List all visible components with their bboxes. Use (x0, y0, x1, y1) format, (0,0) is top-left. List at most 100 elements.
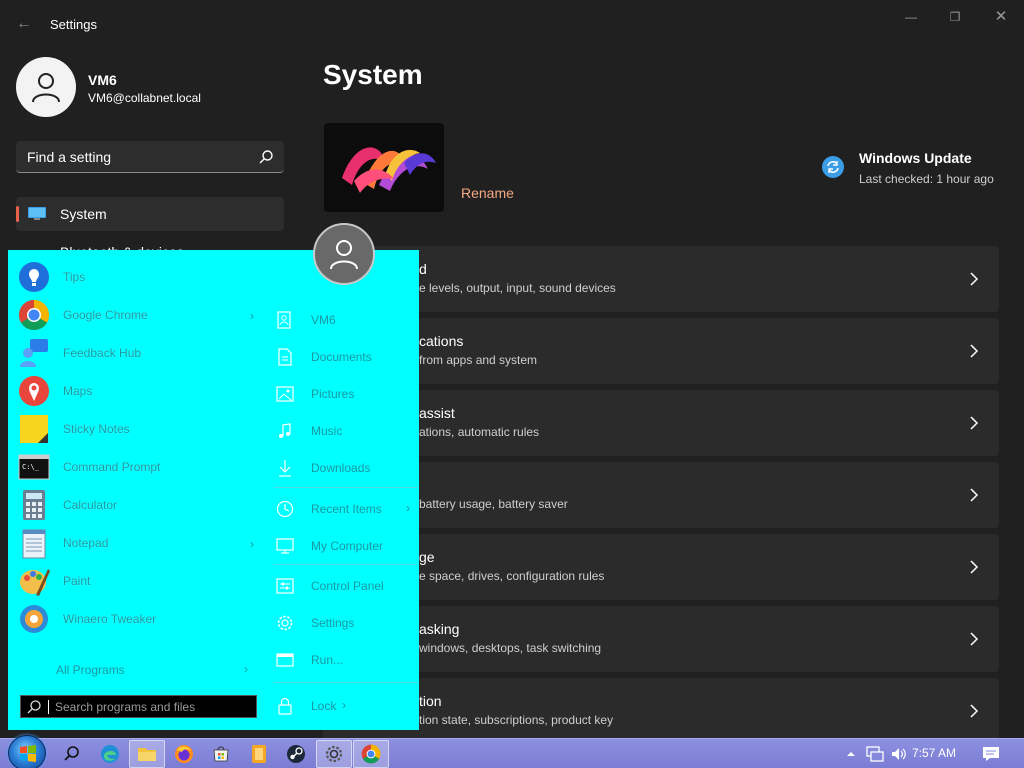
start-place-label: My Computer (311, 539, 384, 553)
notes-app-icon (252, 745, 266, 763)
start-item-google-chrome[interactable]: Google Chrome › (16, 297, 260, 333)
notification-center[interactable] (982, 739, 1000, 768)
start-menu: Tips Google Chrome › Feedback Hub Maps S… (8, 223, 419, 730)
svg-text:C:\_: C:\_ (22, 463, 40, 471)
search-icon[interactable] (258, 149, 274, 165)
taskbar-steam[interactable] (278, 740, 314, 768)
selection-indicator (16, 206, 19, 222)
start-item-notepad[interactable]: Notepad › (16, 525, 260, 561)
start-place-user-folder[interactable]: VM6 (274, 308, 414, 332)
computer-icon (276, 538, 294, 554)
bloom-wallpaper-image (342, 147, 436, 193)
windows-logo-icon (20, 745, 36, 762)
sidebar-item-label: System (60, 206, 107, 222)
submenu-arrow[interactable]: › (406, 501, 410, 515)
search-input[interactable]: Find a setting (27, 149, 111, 165)
user-icon (32, 73, 60, 103)
taskbar-notes-app[interactable] (241, 740, 277, 768)
start-place-label: Documents (311, 350, 372, 364)
card-multitasking[interactable]: asking windows, desktops, task switching (323, 606, 999, 672)
all-programs-button[interactable]: All Programs › (20, 658, 252, 682)
pictures-icon (276, 386, 294, 402)
wallpaper-thumbnail[interactable] (324, 123, 444, 212)
card-power[interactable]: battery usage, battery saver (323, 462, 999, 528)
start-item-sticky-notes[interactable]: Sticky Notes (16, 411, 260, 447)
start-place-music[interactable]: Music (274, 419, 414, 443)
card-title: d (419, 261, 427, 277)
chevron-right-icon (970, 416, 979, 430)
submenu-arrow[interactable]: › (342, 698, 346, 712)
start-item-maps[interactable]: Maps (16, 373, 260, 409)
taskbar-store[interactable] (203, 740, 239, 768)
start-place-pictures[interactable]: Pictures (274, 382, 414, 406)
start-place-control-panel[interactable]: Control Panel (274, 574, 414, 598)
monitor-icon (28, 207, 46, 220)
taskbar-edge[interactable] (92, 740, 128, 768)
all-programs-label: All Programs (56, 663, 125, 677)
submenu-arrow[interactable]: › (250, 309, 254, 323)
taskbar-search-button[interactable] (54, 740, 90, 768)
start-item-winaero-tweaker[interactable]: Winaero Tweaker (16, 601, 260, 637)
text-cursor (48, 700, 49, 714)
card-focus-assist[interactable]: assist ations, automatic rules (323, 390, 999, 456)
start-item-calculator[interactable]: Calculator (16, 487, 260, 523)
search-icon (27, 700, 41, 714)
minimize-button[interactable]: — (896, 8, 926, 26)
file-explorer-icon (138, 748, 156, 761)
windows-update-title[interactable]: Windows Update (859, 150, 972, 166)
start-place-label: Recent Items (311, 502, 382, 516)
divider (274, 487, 418, 488)
chevron-right-icon (970, 632, 979, 646)
start-item-command-prompt[interactable]: C:\_ Command Prompt (16, 449, 260, 485)
start-item-tips[interactable]: Tips (16, 259, 260, 295)
start-place-label: Pictures (311, 387, 355, 401)
start-place-recent-items[interactable]: Recent Items › (274, 497, 414, 521)
card-activation[interactable]: tion tion state, subscriptions, product … (323, 678, 999, 744)
card-notifications[interactable]: cations from apps and system (323, 318, 999, 384)
card-sound[interactable]: d e levels, output, input, sound devices (323, 246, 999, 312)
start-search-input[interactable]: Search programs and files (55, 700, 195, 714)
card-subtitle: ations, automatic rules (419, 425, 540, 439)
chevron-right-icon (970, 272, 979, 286)
start-place-downloads[interactable]: Downloads (274, 456, 414, 480)
start-place-documents[interactable]: Documents (274, 345, 414, 369)
start-button[interactable] (8, 735, 46, 768)
network-tray[interactable] (866, 739, 884, 768)
taskbar: 7:57 AM (0, 735, 1024, 768)
pinned-programs: Tips Google Chrome › Feedback Hub Maps S… (8, 250, 266, 730)
back-button[interactable]: ← (14, 14, 34, 34)
notification-icon (983, 747, 999, 761)
documents-icon (278, 348, 292, 366)
close-button[interactable]: ✕ (986, 8, 1016, 26)
search-icon (64, 746, 79, 761)
user-folder-icon (277, 311, 291, 329)
show-hidden-icons[interactable] (846, 739, 856, 768)
maps-icon (19, 376, 49, 406)
start-item-paint[interactable]: Paint (16, 563, 260, 599)
taskbar-settings[interactable] (316, 740, 352, 768)
search-box[interactable]: Find a setting (16, 141, 284, 173)
maximize-button[interactable]: ❐ (940, 8, 970, 26)
start-item-feedback-hub[interactable]: Feedback Hub (16, 335, 260, 371)
start-place-settings[interactable]: Settings (274, 611, 414, 635)
chrome-icon (361, 744, 381, 764)
card-storage[interactable]: ge e space, drives, configuration rules (323, 534, 999, 600)
taskbar-firefox[interactable] (166, 740, 202, 768)
start-place-my-computer[interactable]: My Computer (274, 534, 414, 558)
taskbar-chrome[interactable] (353, 740, 389, 768)
firefox-icon (175, 745, 193, 763)
card-subtitle: from apps and system (419, 353, 538, 367)
volume-tray[interactable] (890, 739, 908, 768)
avatar[interactable] (16, 57, 76, 117)
clock[interactable]: 7:57 AM (912, 746, 956, 760)
card-title: assist (419, 405, 455, 421)
start-search-box[interactable]: Search programs and files (20, 695, 257, 718)
taskbar-file-explorer[interactable] (129, 740, 165, 768)
rename-link[interactable]: Rename (461, 185, 514, 201)
windows-update-icon[interactable] (822, 156, 844, 178)
volume-icon (892, 748, 906, 760)
submenu-arrow[interactable]: › (250, 537, 254, 551)
sidebar-item-system[interactable]: System (16, 197, 284, 231)
lock-button[interactable]: Lock › (274, 694, 414, 718)
start-place-run[interactable]: Run... (274, 648, 414, 672)
